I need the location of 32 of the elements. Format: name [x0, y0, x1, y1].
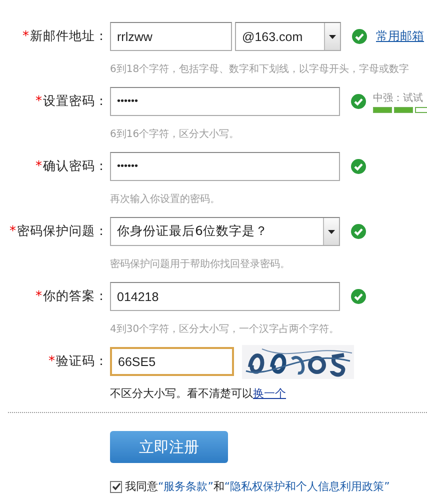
email-field[interactable]: rrlzww — [110, 22, 232, 51]
field-label: 你的答案： — [43, 288, 108, 305]
change-captcha-link[interactable]: 换一个 — [253, 387, 286, 400]
field-label: 确认密码： — [43, 158, 108, 175]
common-email-link[interactable]: 常用邮箱 — [376, 28, 424, 45]
required-mark: * — [36, 94, 42, 109]
required-mark: * — [36, 289, 42, 304]
hint-text: 再次输入你设置的密码。 — [110, 194, 220, 205]
domain-select[interactable]: @163.com — [235, 22, 341, 51]
password-field[interactable]: •••••• — [110, 152, 340, 181]
password-field[interactable]: •••••• — [110, 87, 340, 116]
question-select[interactable]: 你身份证最后6位数字是？ — [110, 217, 340, 246]
field-label: 设置密码： — [43, 93, 108, 110]
captcha-field[interactable]: 66SE5 — [110, 347, 234, 376]
terms-link[interactable]: “服务条款” — [158, 480, 214, 493]
hint-text: 6到16个字符，区分大小写。 — [110, 129, 240, 140]
strength-label: 中强：试试 — [373, 92, 424, 104]
required-mark: * — [10, 224, 16, 239]
field-label: 新邮件地址： — [30, 28, 108, 45]
required-mark: * — [36, 159, 42, 174]
required-mark: * — [22, 29, 29, 44]
answer-field[interactable]: 014218 — [110, 282, 340, 311]
hint-text: 6到18个字符，包括字母、数字和下划线，以字母开头，字母或数字 — [110, 64, 410, 75]
field-label: 验证码： — [56, 353, 108, 370]
hint-text: 4到30个字符，区分大小写，一个汉字占两个字符。 — [110, 324, 340, 335]
agreement-text: 我同意“服务条款”和“隐私权保护和个人信息利用政策” — [125, 479, 390, 494]
agreement-checkbox[interactable] — [110, 480, 122, 492]
required-mark: * — [48, 354, 55, 369]
hint-text: 密码保护问题用于帮助你找回登录密码。 — [110, 259, 290, 270]
hint-text: 不区分大小写。看不清楚可以换一个 — [110, 387, 286, 400]
field-label: 密码保护问题： — [17, 223, 108, 240]
privacy-policy-link[interactable]: “隐私权保护和个人信息利用政策” — [224, 480, 390, 493]
